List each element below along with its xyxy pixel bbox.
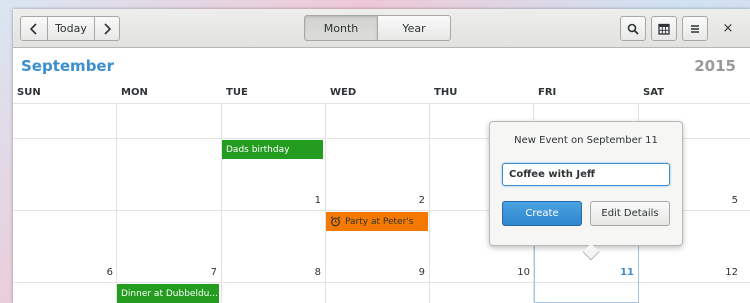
year-title: 2015: [694, 57, 736, 75]
month-title: September: [21, 57, 114, 75]
day-number: 10: [517, 267, 530, 278]
event-dads-birthday[interactable]: Dads birthday: [222, 140, 323, 159]
edit-details-button[interactable]: Edit Details: [590, 201, 670, 226]
event-title: Dinner at Dubbeldu...: [121, 288, 218, 299]
weekday-mon: MON: [121, 87, 148, 98]
day-number: 9: [418, 267, 425, 278]
today-button[interactable]: Today: [47, 16, 95, 41]
today-button-label: Today: [55, 22, 87, 35]
day-number: 7: [210, 267, 217, 278]
create-button-label: Create: [525, 208, 559, 219]
edit-details-button-label: Edit Details: [601, 208, 659, 219]
day-number: 8: [314, 267, 321, 278]
alarm-icon: [330, 216, 341, 227]
popover-title: New Event on September 11: [514, 135, 658, 146]
chevron-left-icon: [29, 22, 39, 35]
tab-year[interactable]: Year: [377, 15, 451, 41]
close-window-button[interactable]: ×: [719, 19, 737, 37]
event-title: Party at Peter's: [345, 216, 414, 227]
event-dinner-at-dubbeldu[interactable]: Dinner at Dubbeldu...: [117, 284, 219, 303]
menu-button[interactable]: [682, 16, 708, 41]
event-title: Dads birthday: [226, 144, 290, 155]
day-number: 1: [314, 195, 321, 206]
grid-line: [221, 104, 222, 303]
calendar-management-button[interactable]: [651, 16, 677, 41]
day-number: 6: [106, 267, 113, 278]
tab-year-label: Year: [402, 21, 426, 35]
previous-month-button[interactable]: [20, 16, 48, 41]
day-number: 5: [731, 195, 738, 206]
weekday-sun: SUN: [17, 87, 41, 98]
event-party-at-peters[interactable]: Party at Peter's: [326, 212, 428, 231]
day-number: 2: [418, 195, 425, 206]
calendar-icon: [658, 23, 670, 35]
search-button[interactable]: [620, 16, 646, 41]
grid-line: [116, 104, 117, 303]
next-month-button[interactable]: [94, 16, 120, 41]
menu-icon: [689, 23, 701, 35]
weekday-sat: SAT: [643, 87, 664, 98]
grid-line: [429, 104, 430, 303]
weekday-thu: THU: [434, 87, 458, 98]
tab-month[interactable]: Month: [304, 15, 378, 41]
chevron-right-icon: [102, 22, 112, 35]
grid-line: [13, 282, 750, 283]
calendar-window: Today Month Year × September 2015 SUN MO…: [13, 9, 750, 303]
weekday-tue: TUE: [226, 87, 248, 98]
event-name-input[interactable]: [502, 163, 670, 186]
grid-line: [325, 104, 326, 303]
grid-line: [13, 103, 750, 104]
new-event-popover: New Event on September 11 Create Edit De…: [489, 121, 683, 261]
header-bar: Today Month Year ×: [13, 9, 750, 48]
day-number: 12: [725, 267, 738, 278]
search-icon: [627, 23, 639, 35]
weekday-wed: WED: [330, 87, 357, 98]
create-button[interactable]: Create: [502, 201, 582, 226]
close-icon: ×: [722, 20, 734, 36]
weekday-fri: FRI: [538, 87, 557, 98]
tab-month-label: Month: [323, 21, 359, 35]
today-day-number: 11: [620, 267, 634, 278]
